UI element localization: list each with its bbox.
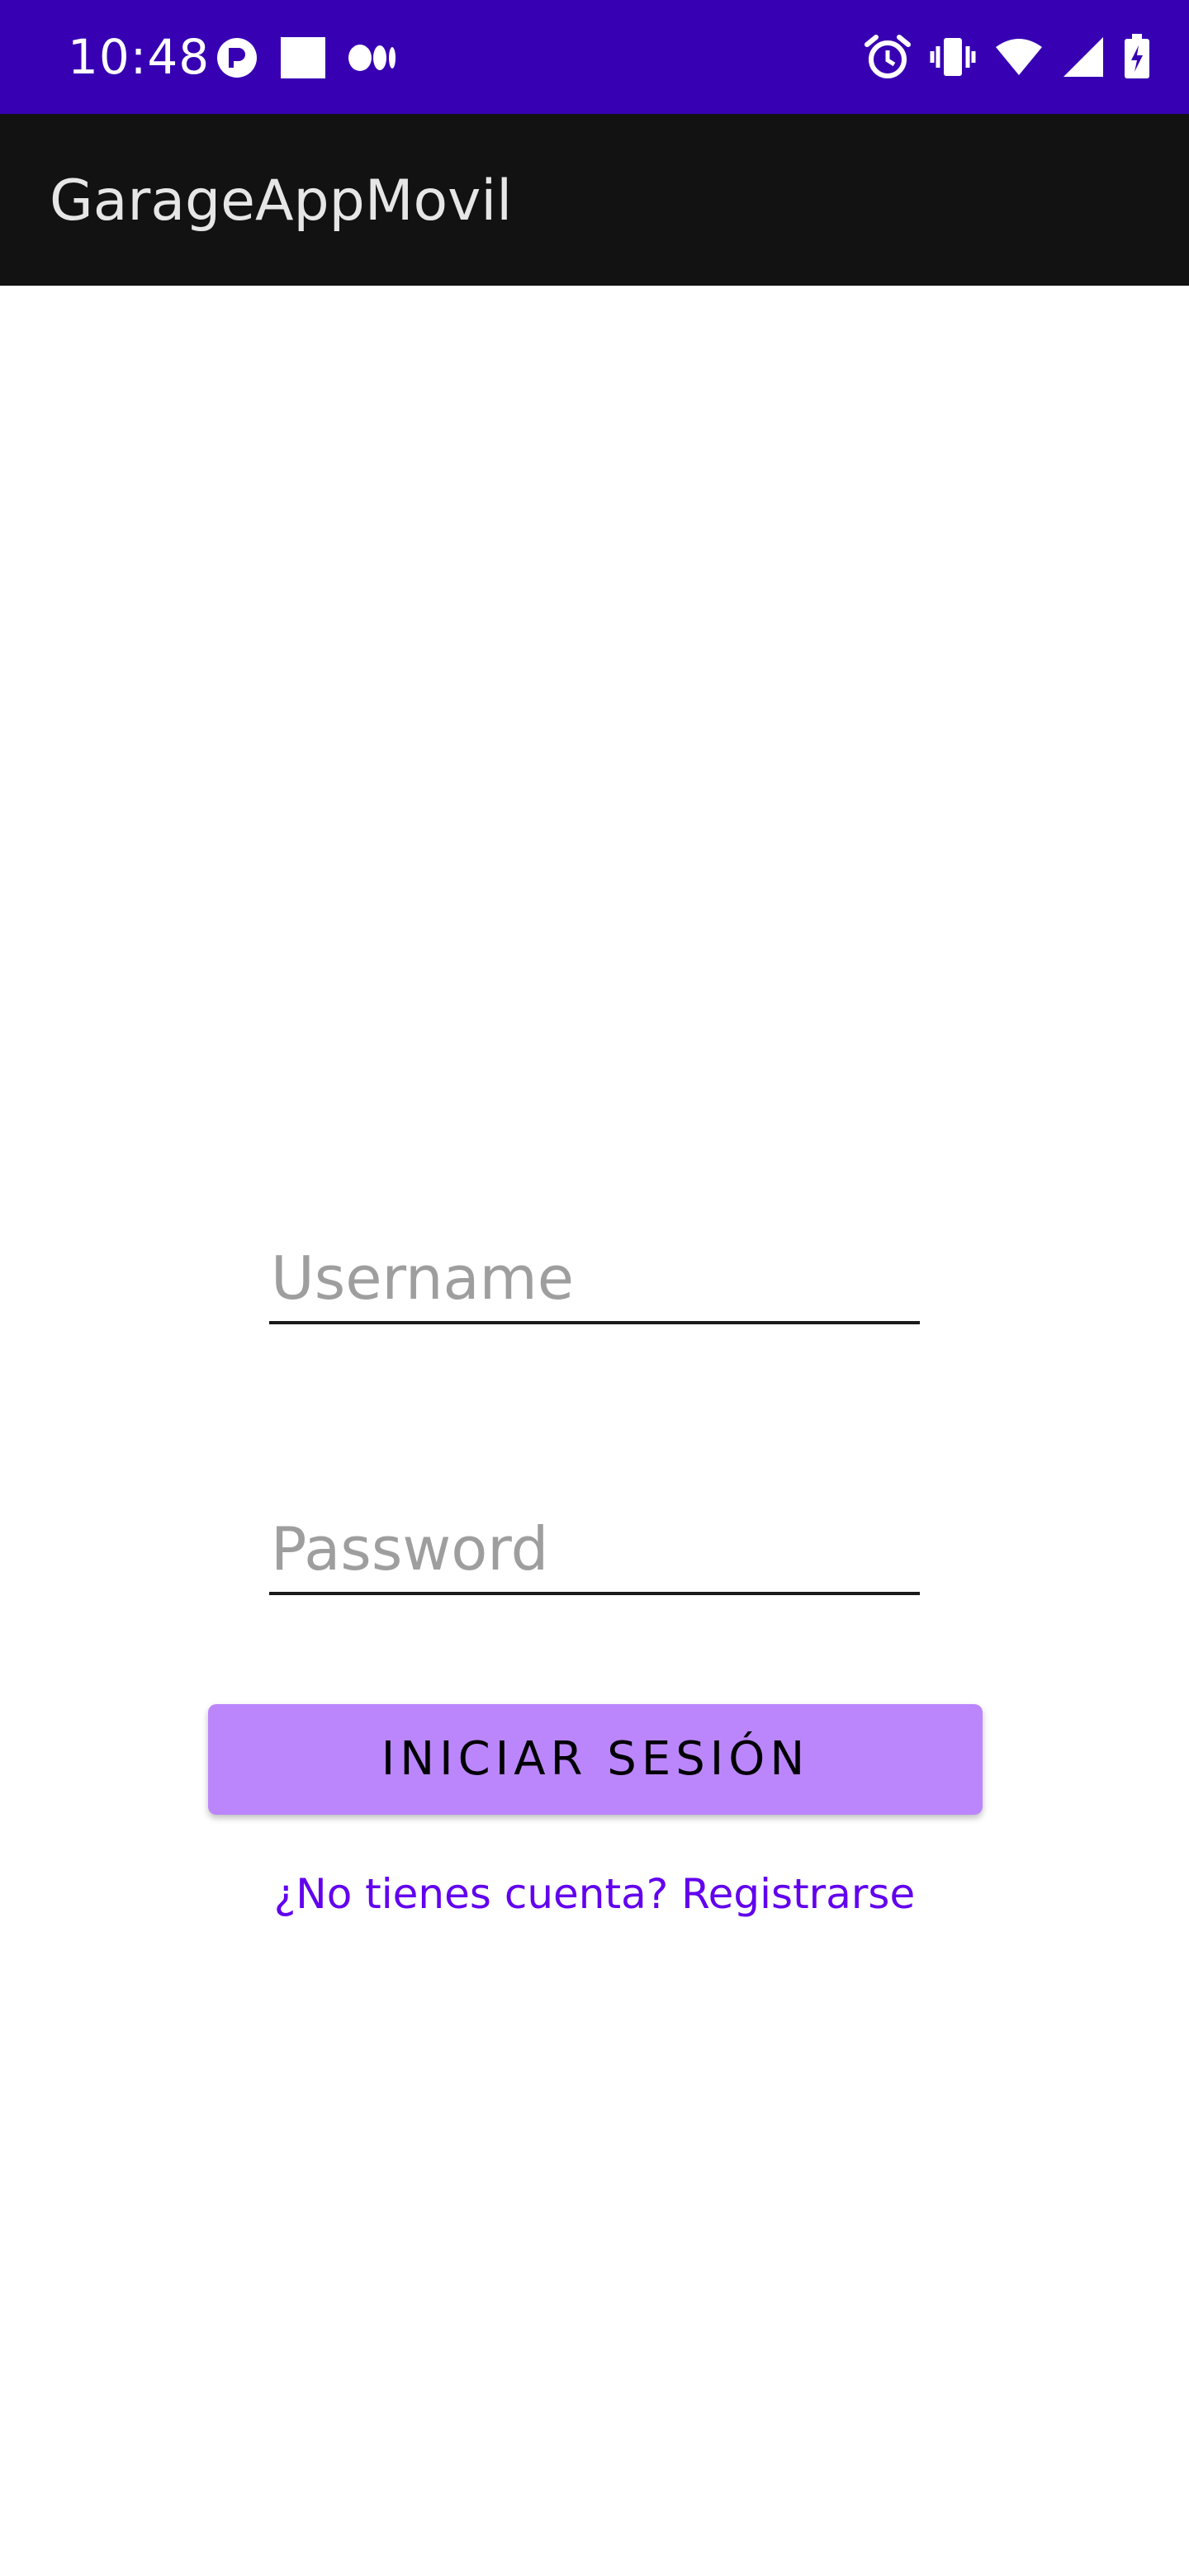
square-notification-icon <box>279 36 327 80</box>
status-left-icons <box>216 35 398 81</box>
medium-app-icon <box>348 44 398 72</box>
wifi-icon <box>994 37 1044 77</box>
login-screen: 10:48 GarageAppMovil Username INICIAR SE… <box>0 0 1189 2576</box>
notification-p-icon <box>216 37 258 78</box>
vibrate-icon <box>930 35 976 79</box>
status-bar: 10:48 <box>0 0 1189 114</box>
app-title: GarageAppMovil <box>50 168 513 234</box>
status-right-icons <box>864 31 1151 83</box>
alarm-icon <box>864 33 912 81</box>
status-time: 10:48 <box>68 29 211 85</box>
register-link[interactable]: ¿No tienes cuenta? Registrarse <box>0 1868 1189 1920</box>
battery-charging-icon <box>1123 34 1151 80</box>
cellular-signal-icon <box>1062 36 1105 78</box>
password-input[interactable] <box>269 1518 920 1595</box>
username-input[interactable] <box>269 1247 920 1324</box>
app-bar: GarageAppMovil <box>0 114 1189 286</box>
login-button[interactable]: INICIAR SESIÓN <box>208 1704 983 1815</box>
